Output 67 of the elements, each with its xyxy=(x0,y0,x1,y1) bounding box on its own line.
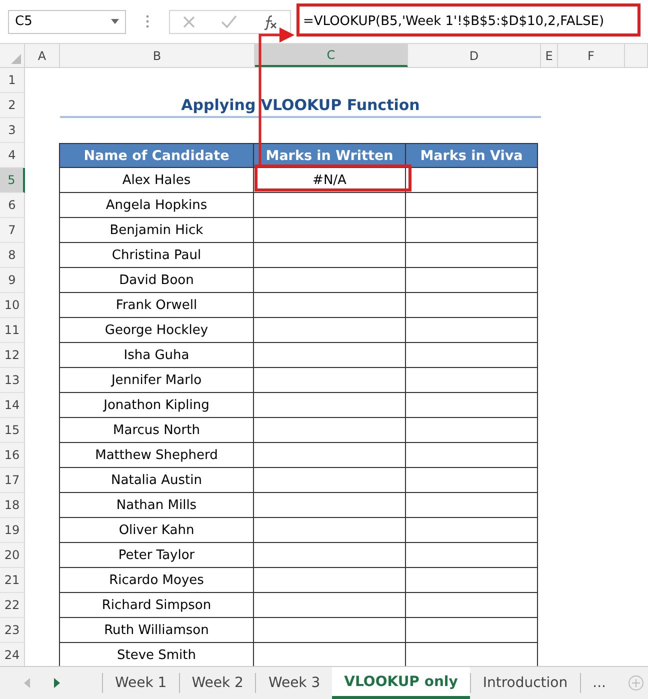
column-header[interactable]: E xyxy=(541,44,558,67)
table-cell: David Boon xyxy=(59,268,254,293)
table-cell: Oliver Kahn xyxy=(59,518,254,543)
dropdown-icon[interactable] xyxy=(111,19,119,24)
row-header[interactable]: 23 xyxy=(0,618,25,643)
row-header[interactable]: 24 xyxy=(0,643,25,668)
scroll-right-icon[interactable] xyxy=(54,678,60,688)
name-box[interactable]: C5 xyxy=(8,10,126,34)
row-header[interactable]: 2 xyxy=(0,93,25,118)
drag-handle-icon xyxy=(146,15,149,28)
formula-field[interactable]: =VLOOKUP(B5,'Week 1'!$B$5:$D$10,2,FALSE) xyxy=(299,14,604,29)
table-cell: Marcus North xyxy=(59,418,254,443)
table-cell: Jennifer Marlo xyxy=(59,368,254,393)
row-header[interactable]: 22 xyxy=(0,593,25,618)
table-cell: Frank Orwell xyxy=(59,293,254,318)
table-cell: Angela Hopkins xyxy=(59,193,254,218)
sheet-tab[interactable]: Week 1 xyxy=(102,673,179,693)
table-header-cell: Name of Candidate xyxy=(59,143,254,168)
row-header[interactable]: 11 xyxy=(0,318,25,343)
sheet-title: Applying VLOOKUP Function xyxy=(60,93,541,118)
table-cell: Nathan Mills xyxy=(59,493,254,518)
column-header[interactable]: A xyxy=(25,44,60,67)
row-header[interactable]: 18 xyxy=(0,493,25,518)
sheet-tab[interactable]: ... xyxy=(580,673,618,693)
table-cell: George Hockley xyxy=(59,318,254,343)
checkmark-icon[interactable] xyxy=(220,14,237,28)
row-header[interactable]: 15 xyxy=(0,418,25,443)
row-header[interactable]: 17 xyxy=(0,468,25,493)
row-header[interactable]: 21 xyxy=(0,568,25,593)
scroll-left-icon[interactable] xyxy=(24,678,30,688)
row-header[interactable]: 3 xyxy=(0,118,25,143)
select-all-icon[interactable] xyxy=(11,54,21,64)
row-header[interactable]: 13 xyxy=(0,368,25,393)
row-header[interactable]: 4 xyxy=(0,143,25,168)
row-header[interactable]: 14 xyxy=(0,393,25,418)
sheet-tab[interactable]: Introduction xyxy=(470,673,580,693)
row-header[interactable]: 6 xyxy=(0,193,25,218)
column-header[interactable]: D xyxy=(408,44,541,67)
row-header[interactable]: 20 xyxy=(0,543,25,568)
table-cell: Matthew Shepherd xyxy=(59,443,254,468)
row-header[interactable]: 7 xyxy=(0,218,25,243)
column-header[interactable]: F xyxy=(558,44,625,67)
sheet-tab[interactable]: VLOOKUP only xyxy=(332,667,470,699)
row-header[interactable]: 5 xyxy=(0,168,25,193)
function-icon[interactable] xyxy=(262,14,278,30)
table-cell: Christina Paul xyxy=(59,243,254,268)
sheet-tab[interactable]: Week 2 xyxy=(178,673,256,693)
row-header[interactable]: 16 xyxy=(0,443,25,468)
table-cell: Isha Guha xyxy=(59,343,254,368)
table-cell: Richard Simpson xyxy=(59,593,254,618)
table-cell: Peter Taylor xyxy=(59,543,254,568)
table-header-cell: Marks in Viva xyxy=(405,143,538,168)
table-cell: Benjamin Hick xyxy=(59,218,254,243)
row-header[interactable]: 9 xyxy=(0,268,25,293)
row-header[interactable]: 19 xyxy=(0,518,25,543)
table-cell: Ruth Williamson xyxy=(59,618,254,643)
table-cell: Ricardo Moyes xyxy=(59,568,254,593)
table-cell: Natalia Austin xyxy=(59,468,254,493)
table-cell: Jonathon Kipling xyxy=(59,393,254,418)
column-header[interactable]: C xyxy=(255,44,408,67)
row-header[interactable]: 1 xyxy=(0,68,25,93)
add-sheet-icon[interactable] xyxy=(628,675,644,691)
row-header[interactable]: 10 xyxy=(0,293,25,318)
close-icon[interactable] xyxy=(182,14,196,28)
row-header[interactable]: 8 xyxy=(0,243,25,268)
row-header[interactable]: 12 xyxy=(0,343,25,368)
table-cell: Alex Hales xyxy=(59,168,254,193)
